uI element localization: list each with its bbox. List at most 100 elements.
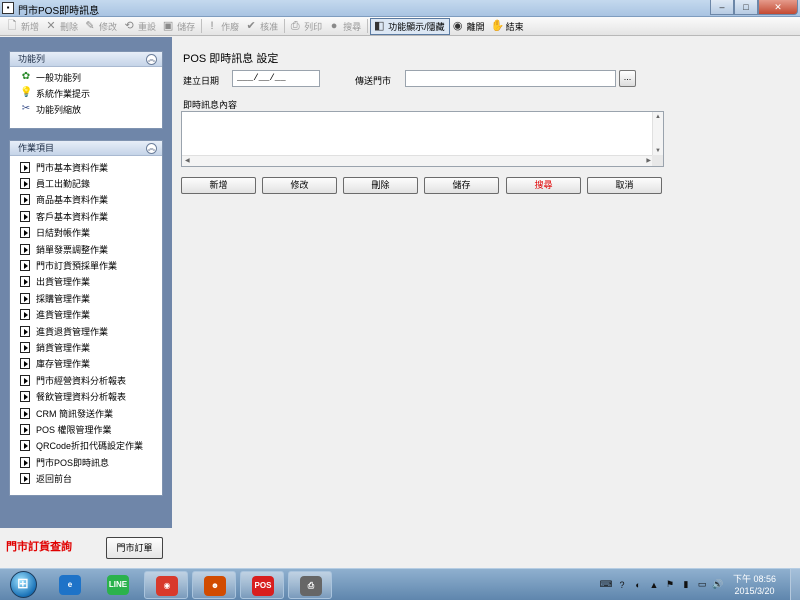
toolbar: 🗋 新增 ✕ 刪除 ✎ 修改 ⟲ 重設 ▣ 儲存 ! 作廢 ✔ 核准 ⎙ 列印 ● 搜尋 ◧ 功能顯示/隱藏 ◉ 離開 ✋ 結…: [0, 17, 800, 36]
collapse-icon[interactable]: ︽: [146, 54, 157, 65]
task-item[interactable]: 餐飲管理資料分析報表: [10, 388, 162, 404]
action-button-3[interactable]: 儲存: [424, 177, 499, 194]
task-item-label: 庫存管理作業: [36, 359, 91, 370]
ie-icon: e: [59, 575, 81, 595]
task-item-label: 出貨管理作業: [36, 277, 91, 288]
new-icon: 🗋: [7, 20, 17, 32]
toolbar-exit-button[interactable]: ◉ 離開: [450, 18, 489, 35]
play-icon: [20, 456, 30, 468]
task-item[interactable]: 出貨管理作業: [10, 274, 162, 290]
scroll-right-icon[interactable]: ▶: [646, 157, 651, 164]
clock[interactable]: 下午 08:56 2015/3/20: [733, 573, 776, 597]
task-item[interactable]: 銷貨管理作業: [10, 339, 162, 355]
task-item[interactable]: CRM 簡訊發送作業: [10, 405, 162, 421]
taskbar-app-app-orange[interactable]: ☻: [192, 571, 236, 599]
task-item[interactable]: 商品基本資料作業: [10, 192, 162, 208]
taskbar-app-chrome[interactable]: ◉: [144, 571, 188, 599]
action-button-5[interactable]: 取消: [587, 177, 662, 194]
task-item[interactable]: 日結對帳作業: [10, 225, 162, 241]
action-button-4[interactable]: 搜尋: [506, 177, 581, 194]
scroll-down-icon[interactable]: ▼: [655, 148, 661, 154]
battery-icon[interactable]: ▭: [695, 579, 709, 590]
action-button-1[interactable]: 修改: [262, 177, 337, 194]
task-item[interactable]: 門市基本資料作業: [10, 159, 162, 175]
print-icon: ⎙: [290, 20, 300, 32]
toolbar-edit-button[interactable]: ✎ 修改: [82, 18, 121, 35]
toolbar-toggle-panel-button[interactable]: ◧ 功能顯示/隱藏: [370, 17, 450, 35]
taskbar-app-line[interactable]: LINE: [96, 571, 140, 599]
task-item-label: 商品基本資料作業: [36, 195, 109, 206]
toolbar-delete-button[interactable]: ✕ 刪除: [43, 18, 82, 35]
task-item[interactable]: 庫存管理作業: [10, 356, 162, 372]
signal-icon[interactable]: ▮: [679, 579, 693, 590]
action-button-2[interactable]: 刪除: [343, 177, 418, 194]
toolbar-print-button[interactable]: ⎙ 列印: [287, 18, 326, 35]
function-panel-header[interactable]: 功能列 ︽: [10, 52, 162, 67]
close-button[interactable]: ✕: [758, 0, 798, 15]
horizontal-scrollbar[interactable]: ◀ ▶: [182, 155, 654, 166]
volume-icon[interactable]: 🔊: [711, 579, 725, 590]
start-button[interactable]: ⊞: [4, 569, 44, 600]
toolbar-end-button[interactable]: ✋ 結束: [489, 18, 528, 35]
toolbar-label: 重設: [138, 21, 157, 32]
task-panel: 作業項目 ︽ 門市基本資料作業 員工出勤記錄商品基本資料作業客戶基本資料作業 日結對…: [9, 140, 163, 496]
vertical-scrollbar[interactable]: ▲ ▼: [652, 112, 663, 156]
task-item[interactable]: 進貨退貨管理作業: [10, 323, 162, 339]
task-item[interactable]: QRCode折扣代碼設定作業: [10, 438, 162, 454]
task-item[interactable]: 門市POS即時訊息: [10, 454, 162, 470]
function-item[interactable]: 💡 系統作業提示: [10, 85, 162, 101]
toolbar-void-button[interactable]: ! 作廢: [204, 18, 243, 35]
play-icon: [20, 194, 30, 206]
store-field[interactable]: [405, 70, 616, 87]
toolbar-label: 結束: [505, 21, 524, 32]
task-item[interactable]: 採購管理作業: [10, 290, 162, 306]
task-item[interactable]: 進貨管理作業: [10, 307, 162, 323]
show-hidden-icon[interactable]: ▲: [647, 580, 661, 590]
toolbar-label: 列印: [304, 21, 323, 32]
flag-icon[interactable]: ⚑: [663, 579, 677, 590]
delete-icon: ✕: [46, 20, 56, 32]
task-item[interactable]: 客戶基本資料作業: [10, 208, 162, 224]
toolbar-search-button[interactable]: ● 搜尋: [326, 18, 365, 35]
toolbar-reset-button[interactable]: ⟲ 重設: [121, 18, 160, 35]
show-desktop-button[interactable]: [790, 569, 800, 600]
task-item[interactable]: 門市訂貨預採單作業: [10, 257, 162, 273]
toolbar-new-button[interactable]: 🗋 新增: [4, 18, 43, 35]
gear-icon: ✿: [21, 71, 31, 82]
task-item[interactable]: 銷單發票調整作業: [10, 241, 162, 257]
windows-logo-icon: ⊞: [10, 571, 37, 598]
store-order-button[interactable]: 門市訂單: [106, 537, 163, 559]
task-item-label: CRM 簡訊發送作業: [36, 408, 113, 419]
task-item[interactable]: 返回前台: [10, 470, 162, 486]
store-lookup-button[interactable]: ...: [619, 70, 636, 87]
task-item[interactable]: POS 權限管理作業: [10, 421, 162, 437]
play-icon: [20, 227, 30, 239]
date-field[interactable]: ___/__/__: [232, 70, 320, 87]
action-button-0[interactable]: 新增: [181, 177, 256, 194]
order-query-link[interactable]: 門市訂貨查詢: [6, 538, 72, 554]
task-item[interactable]: 員工出勤記錄: [10, 175, 162, 191]
scroll-left-icon[interactable]: ◀: [185, 157, 190, 164]
message-content-field[interactable]: ▲ ▼ ◀ ▶: [181, 111, 664, 167]
keyboard-icon[interactable]: ⌨: [599, 579, 613, 590]
task-item-label: 餐飲管理資料分析報表: [36, 392, 127, 403]
taskbar-app-pos[interactable]: POS: [240, 571, 284, 599]
toolbar-approve-button[interactable]: ✔ 核准: [243, 18, 282, 35]
app-icon[interactable]: ▪: [2, 2, 14, 14]
function-item[interactable]: ✿ 一般功能列: [10, 69, 162, 85]
task-item[interactable]: 門市經營資料分析報表: [10, 372, 162, 388]
collapse-icon[interactable]: ︽: [146, 143, 157, 154]
task-panel-header[interactable]: 作業項目 ︽: [10, 141, 162, 156]
help-icon[interactable]: ?: [615, 580, 629, 590]
function-item[interactable]: ✂ 功能列縮放: [10, 101, 162, 117]
scroll-up-icon[interactable]: ▲: [655, 114, 661, 120]
printer-icon: ⎙: [300, 576, 322, 596]
toolbar-save-button[interactable]: ▣ 儲存: [160, 18, 199, 35]
taskbar-app-ie[interactable]: e: [48, 571, 92, 599]
minimize-button[interactable]: –: [710, 0, 734, 15]
function-item-label: 系統作業提示: [36, 88, 91, 99]
network-icon[interactable]: ◐: [631, 580, 645, 590]
taskbar-app-printer[interactable]: ⎙: [288, 571, 332, 599]
line-icon: LINE: [107, 575, 129, 595]
maximize-button[interactable]: □: [734, 0, 758, 15]
